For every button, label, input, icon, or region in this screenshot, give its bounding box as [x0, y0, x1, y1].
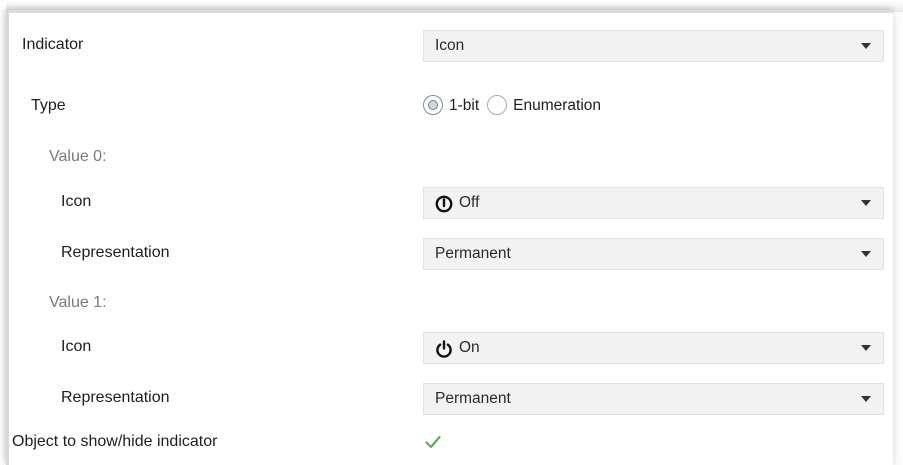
indicator-select[interactable]: Icon — [423, 30, 884, 62]
value1-representation-row: Representation Permanent — [9, 380, 893, 416]
value1-icon-select-value: On — [459, 339, 480, 356]
chevron-down-icon — [861, 251, 871, 257]
value0-representation-value: Permanent — [435, 245, 511, 262]
checkmark-icon — [425, 435, 441, 449]
radio-enumeration-label[interactable]: Enumeration — [513, 88, 601, 124]
indicator-row: Indicator Icon — [9, 27, 893, 63]
power-icon — [435, 333, 457, 363]
value1-representation-value: Permanent — [435, 390, 511, 407]
value0-icon-label: Icon — [61, 193, 92, 210]
radio-enumeration[interactable] — [487, 94, 508, 115]
value0-representation-label: Representation — [61, 244, 170, 261]
indicator-label: Indicator — [22, 36, 84, 53]
chevron-down-icon — [861, 396, 871, 402]
value1-representation-select[interactable]: Permanent — [423, 383, 884, 415]
value1-icon-row: Icon On — [9, 329, 893, 365]
radio-1bit-label[interactable]: 1-bit — [449, 88, 479, 124]
value0-heading: Value 0: — [49, 148, 107, 165]
off-icon — [435, 188, 457, 218]
value1-representation-label: Representation — [61, 389, 170, 406]
object-show-hide-label: Object to show/hide indicator — [12, 433, 218, 450]
value0-icon-row: Icon Off — [9, 184, 893, 220]
chevron-down-icon — [861, 43, 871, 49]
indicator-select-value: Icon — [435, 37, 465, 54]
type-label: Type — [31, 97, 66, 114]
radio-1bit[interactable] — [423, 94, 443, 115]
object-show-hide-row: Object to show/hide indicator — [9, 424, 893, 460]
value1-icon-select[interactable]: On — [423, 332, 884, 364]
value0-icon-select-value: Off — [459, 194, 480, 211]
type-row: Type 1-bit Enumeration — [9, 88, 893, 124]
value1-heading-row: Value 1: — [9, 285, 893, 321]
parameter-panel: Indicator Icon Type 1-bit Enumeration Val… — [6, 10, 893, 465]
value0-heading-row: Value 0: — [9, 139, 893, 175]
value0-representation-row: Representation Permanent — [9, 235, 893, 271]
object-show-hide-checkbox[interactable] — [423, 432, 443, 452]
value0-representation-select[interactable]: Permanent — [423, 238, 884, 270]
type-radio-group: 1-bit Enumeration — [423, 88, 609, 124]
value1-icon-label: Icon — [61, 338, 92, 355]
value0-icon-select[interactable]: Off — [423, 187, 884, 219]
chevron-down-icon — [861, 345, 871, 351]
value1-heading: Value 1: — [49, 294, 107, 311]
chevron-down-icon — [861, 200, 871, 206]
